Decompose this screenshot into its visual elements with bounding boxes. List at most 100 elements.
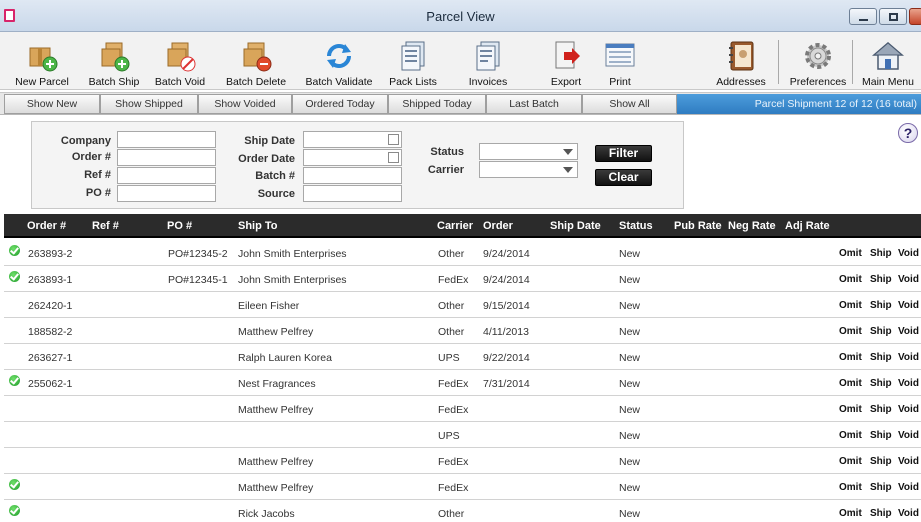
help-icon[interactable]: ? — [898, 123, 918, 143]
addresses-button[interactable]: Addresses — [716, 32, 766, 90]
header-ship-to[interactable]: Ship To — [238, 220, 278, 232]
omit-button[interactable]: Omit — [839, 326, 862, 337]
void-button[interactable]: Void — [898, 430, 919, 441]
header-pub-rate[interactable]: Pub Rate — [674, 220, 722, 232]
pack-lists-button[interactable]: Pack Lists — [388, 32, 438, 90]
ship-button[interactable]: Ship — [870, 248, 892, 259]
last-batch-button[interactable]: Last Batch — [486, 94, 582, 114]
po-number-cell: PO#12345-2 — [168, 248, 228, 260]
header-neg-rate[interactable]: Neg Rate — [728, 220, 776, 232]
calendar-icon[interactable] — [388, 134, 399, 145]
ship-button[interactable]: Ship — [870, 352, 892, 363]
table-row[interactable]: 263893-1 PO#12345-1 John Smith Enterprises… — [4, 266, 921, 292]
batch-number-input[interactable] — [303, 167, 402, 184]
header-status[interactable]: Status — [619, 220, 653, 232]
order-number-cell: 263893-1 — [28, 274, 73, 286]
invoices-button[interactable]: Invoices — [464, 32, 512, 90]
main-menu-button[interactable]: Main Menu — [858, 32, 918, 90]
void-button[interactable]: Void — [898, 456, 919, 467]
ordered-today-button[interactable]: Ordered Today — [292, 94, 388, 114]
export-button[interactable]: Export — [546, 32, 586, 90]
omit-button[interactable]: Omit — [839, 404, 862, 415]
po-number-input[interactable] — [117, 185, 216, 202]
source-input[interactable] — [303, 185, 402, 202]
table-row[interactable]: 255062-1 Nest Fragrances FedEx 7/31/2014 New… — [4, 370, 921, 396]
header-order-date[interactable]: Order — [483, 220, 513, 232]
status-cell: New — [619, 248, 641, 260]
maximize-button[interactable] — [879, 8, 907, 25]
table-row[interactable]: 262420-1 Eileen Fisher Other 9/15/2014 New Om… — [4, 292, 921, 318]
print-icon — [605, 43, 635, 67]
ship-button[interactable]: Ship — [870, 508, 892, 519]
void-button[interactable]: Void — [898, 404, 919, 415]
ship-button[interactable]: Ship — [870, 378, 892, 389]
clear-button[interactable]: Clear — [595, 169, 652, 186]
ship-button[interactable]: Ship — [870, 404, 892, 415]
void-button[interactable]: Void — [898, 248, 919, 259]
omit-button[interactable]: Omit — [839, 482, 862, 493]
omit-button[interactable]: Omit — [839, 274, 862, 285]
batch-validate-button[interactable]: Batch Validate — [302, 32, 376, 90]
print-button[interactable]: Print — [600, 32, 640, 90]
table-row[interactable]: 263893-2 PO#12345-2 John Smith Enterprises… — [4, 240, 921, 266]
show-all-button[interactable]: Show All — [582, 94, 677, 114]
order-number-input[interactable] — [117, 149, 216, 166]
print-label: Print — [609, 76, 631, 88]
ship-button[interactable]: Ship — [870, 482, 892, 493]
void-button[interactable]: Void — [898, 274, 919, 285]
omit-button[interactable]: Omit — [839, 378, 862, 389]
table-row[interactable]: Rick Jacobs Other New Omit Ship Void — [4, 500, 921, 522]
show-shipped-button[interactable]: Show Shipped — [100, 94, 198, 114]
batch-number-label: Batch # — [255, 170, 295, 182]
ship-button[interactable]: Ship — [870, 274, 892, 285]
ship-button[interactable]: Ship — [870, 430, 892, 441]
table-row[interactable]: Matthew Pelfrey FedEx New Omit Ship Void — [4, 448, 921, 474]
void-button[interactable]: Void — [898, 482, 919, 493]
new-parcel-button[interactable]: New Parcel — [12, 32, 72, 90]
shipped-today-button[interactable]: Shipped Today — [388, 94, 486, 114]
header-carrier[interactable]: Carrier — [437, 220, 473, 232]
batch-delete-button[interactable]: Batch Delete — [224, 32, 288, 90]
ship-to-cell: Nest Fragrances — [238, 378, 316, 390]
company-input[interactable] — [117, 131, 216, 148]
table-row[interactable]: 263627-1 Ralph Lauren Korea UPS 9/22/2014 Ne… — [4, 344, 921, 370]
omit-button[interactable]: Omit — [839, 352, 862, 363]
table-row[interactable]: Matthew Pelfrey FedEx New Omit Ship Void — [4, 396, 921, 422]
status-select[interactable] — [479, 143, 578, 160]
preferences-button[interactable]: Preferences — [788, 32, 848, 90]
omit-button[interactable]: Omit — [839, 430, 862, 441]
omit-button[interactable]: Omit — [839, 300, 862, 311]
omit-button[interactable]: Omit — [839, 248, 862, 259]
header-adj-rate[interactable]: Adj Rate — [785, 220, 830, 232]
close-button[interactable] — [909, 8, 921, 25]
batch-void-button[interactable]: Batch Void — [150, 32, 210, 90]
filter-button[interactable]: Filter — [595, 145, 652, 162]
ship-button[interactable]: Ship — [870, 326, 892, 337]
show-new-button[interactable]: Show New — [4, 94, 100, 114]
void-button[interactable]: Void — [898, 508, 919, 519]
ship-button[interactable]: Ship — [870, 300, 892, 311]
show-voided-button[interactable]: Show Voided — [198, 94, 292, 114]
header-ship-date[interactable]: Ship Date — [550, 220, 601, 232]
header-ref-number[interactable]: Ref # — [92, 220, 119, 232]
void-button[interactable]: Void — [898, 378, 919, 389]
omit-button[interactable]: Omit — [839, 508, 862, 519]
ship-button[interactable]: Ship — [870, 456, 892, 467]
table-row[interactable]: 188582-2 Matthew Pelfrey Other 4/11/2013 New… — [4, 318, 921, 344]
table-row[interactable]: Matthew Pelfrey FedEx New Omit Ship Void — [4, 474, 921, 500]
status-label: Status — [430, 146, 464, 158]
carrier-cell: Other — [438, 248, 465, 260]
minimize-button[interactable] — [849, 8, 877, 25]
header-po-number[interactable]: PO # — [167, 220, 192, 232]
omit-button[interactable]: Omit — [839, 456, 862, 467]
header-order-number[interactable]: Order # — [27, 220, 66, 232]
ref-number-input[interactable] — [117, 167, 216, 184]
table-row[interactable]: UPS New Omit Ship Void — [4, 422, 921, 448]
check-icon — [9, 245, 20, 256]
carrier-select[interactable] — [479, 161, 578, 178]
void-button[interactable]: Void — [898, 300, 919, 311]
batch-ship-button[interactable]: Batch Ship — [84, 32, 144, 90]
void-button[interactable]: Void — [898, 326, 919, 337]
status-cell: New — [619, 430, 641, 442]
void-button[interactable]: Void — [898, 352, 919, 363]
